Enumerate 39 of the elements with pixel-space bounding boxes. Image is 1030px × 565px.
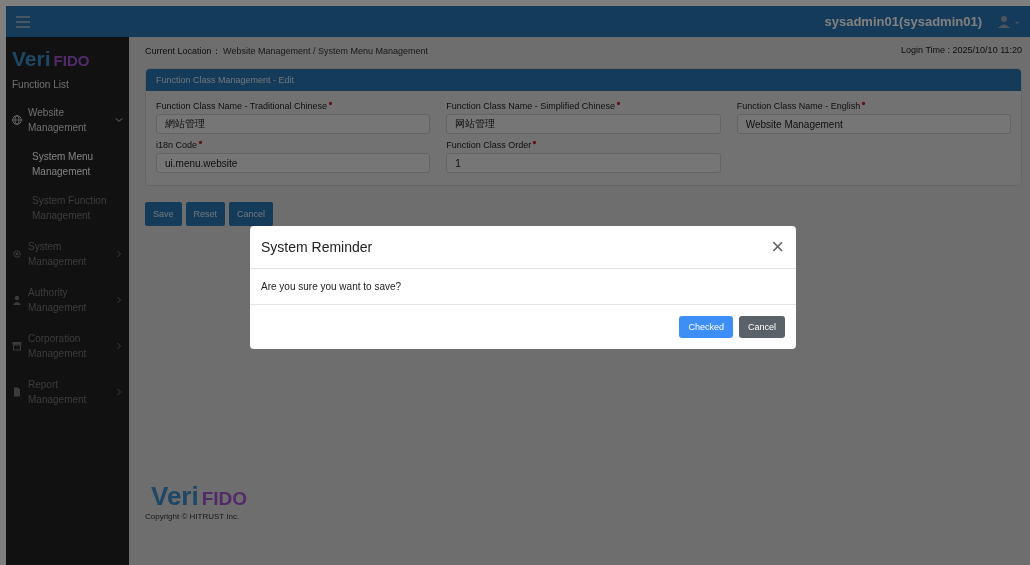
login-time: Login Time : 2025/10/10 11:20 <box>901 45 1022 57</box>
dialog-title: System Reminder <box>261 239 373 255</box>
logo-text: FIDO <box>53 52 90 69</box>
text-field[interactable]: Website Management <box>736 114 1011 134</box>
card-header: Function Class Management - Edit <box>146 69 1021 91</box>
field-label: Function Class Name - Traditional Chinese <box>156 101 328 111</box>
breadcrumb-label: Current Location： <box>145 46 221 56</box>
confirm-button[interactable]: Checked <box>679 316 733 338</box>
user-icon[interactable] <box>998 15 1020 28</box>
logo-text: Veri <box>12 47 51 71</box>
field-label: i18n Code <box>156 140 198 150</box>
store-icon <box>12 341 22 351</box>
user-name: sysadmin01(sysadmin01) <box>824 14 982 29</box>
chevron-down-icon <box>115 116 123 124</box>
field-label: Function Class Name - English <box>736 101 861 111</box>
form-button[interactable]: Save <box>145 202 182 226</box>
breadcrumb-path: Website Management / System Menu Management <box>223 46 428 56</box>
sidebar-heading: Function List <box>11 78 70 92</box>
field-label: Function Class Name - Simplified Chinese <box>446 101 615 111</box>
text-field[interactable]: ui.menu.website <box>156 153 431 173</box>
menu-icon[interactable] <box>16 15 30 28</box>
copyright-text: Copyright © HITRUST Inc. <box>145 512 241 521</box>
person-icon <box>12 295 22 305</box>
form-button[interactable]: Reset <box>185 202 226 226</box>
text-field[interactable]: 1 <box>446 153 721 173</box>
sidebar-item[interactable]: Website Management <box>28 105 109 135</box>
document-icon <box>12 387 22 397</box>
globe-icon <box>12 115 22 125</box>
logo-text: Veri <box>151 481 199 512</box>
gear-icon <box>12 249 22 259</box>
cancel-button[interactable]: Cancel <box>739 316 785 338</box>
text-field[interactable]: 網站管理 <box>156 114 431 134</box>
text-field[interactable]: 网站管理 <box>446 114 721 134</box>
field-label: Function Class Order <box>446 140 532 150</box>
logo-text: FIDO <box>201 488 248 510</box>
form-button[interactable]: Cancel <box>229 202 274 226</box>
dialog-message: Are you sure you want to save? <box>261 281 402 292</box>
submenu-item[interactable]: System Menu Management <box>6 143 129 187</box>
close-button[interactable]: × <box>771 236 784 258</box>
